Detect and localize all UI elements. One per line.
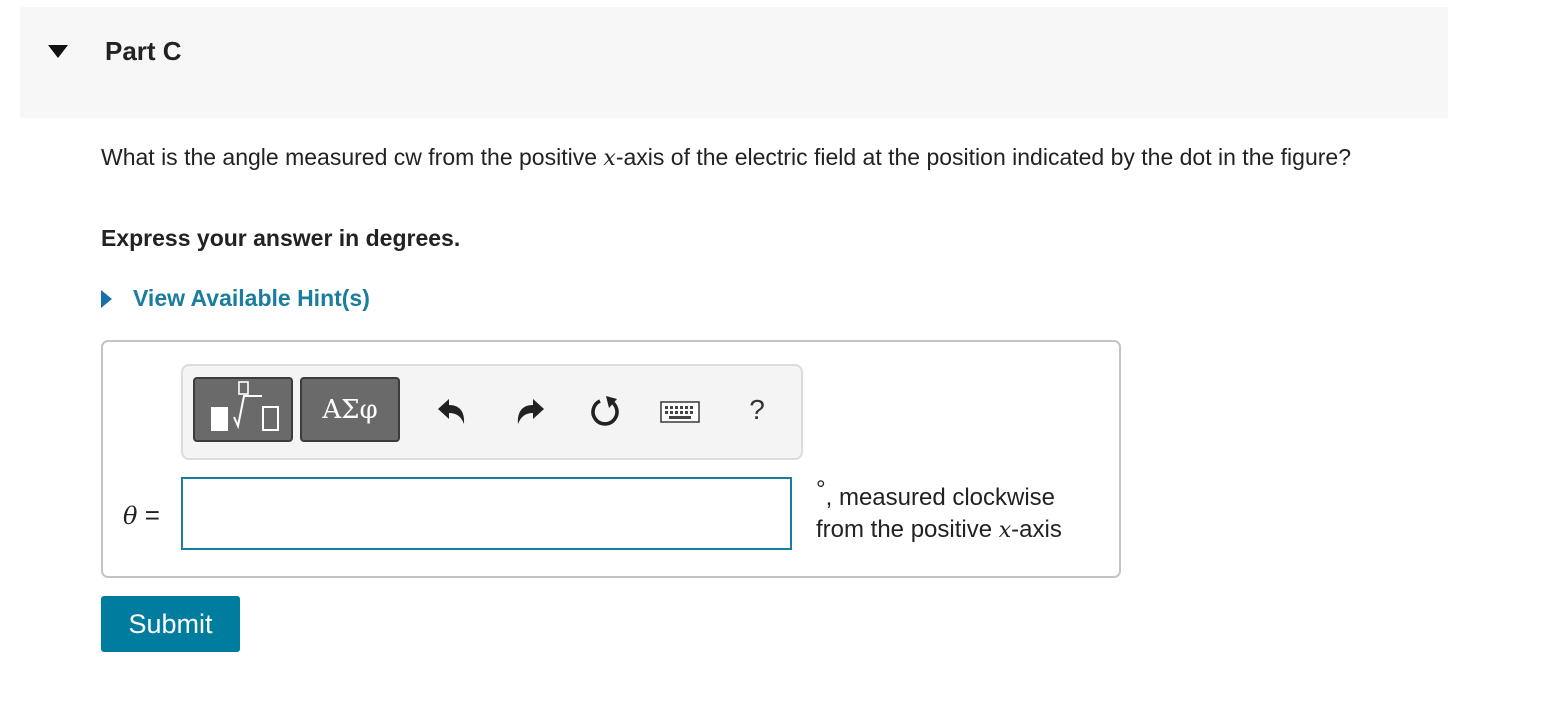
answer-instruction: Express your answer in degrees.: [101, 225, 461, 251]
part-title: Part C: [105, 36, 182, 66]
keyboard-icon[interactable]: [659, 394, 701, 430]
view-hints-label[interactable]: View Available Hint(s): [133, 285, 370, 312]
unit-text-line2: from the positive: [816, 516, 999, 543]
unit-text-line1: , measured clockwise: [825, 484, 1056, 511]
collapse-triangle-icon[interactable]: [48, 45, 68, 58]
redo-icon[interactable]: [511, 394, 547, 430]
templates-button[interactable]: [193, 377, 293, 442]
unit-text-line3: -axis: [1011, 516, 1062, 543]
expand-triangle-icon: [101, 290, 112, 308]
reset-icon[interactable]: [587, 394, 623, 430]
answer-box: ΑΣφ ? θ = °, measured clockwise from the …: [101, 340, 1121, 578]
equals-sign: =: [144, 500, 160, 530]
answer-label: θ =: [123, 500, 160, 531]
question-variable: x: [603, 146, 616, 171]
unit-label: °, measured clockwise from the positive x…: [816, 476, 1116, 547]
degree-symbol: °: [816, 476, 826, 503]
undo-icon[interactable]: [435, 394, 471, 430]
math-toolbar: ΑΣφ ?: [181, 364, 803, 460]
part-header: [20, 7, 1448, 118]
unit-variable: x: [998, 518, 1012, 543]
question-text-start: What is the angle measured cw from the p…: [101, 144, 604, 170]
submit-button[interactable]: Submit: [101, 596, 240, 652]
answer-variable: θ: [123, 502, 138, 530]
question-text: What is the angle measured cw from the p…: [101, 141, 1446, 175]
greek-letters-icon: ΑΣφ: [322, 395, 378, 425]
greek-letters-button[interactable]: ΑΣφ: [300, 377, 400, 442]
question-text-end: -axis of the electric field at the posit…: [615, 144, 1351, 170]
help-icon[interactable]: ?: [739, 394, 775, 426]
answer-input[interactable]: [181, 477, 792, 550]
